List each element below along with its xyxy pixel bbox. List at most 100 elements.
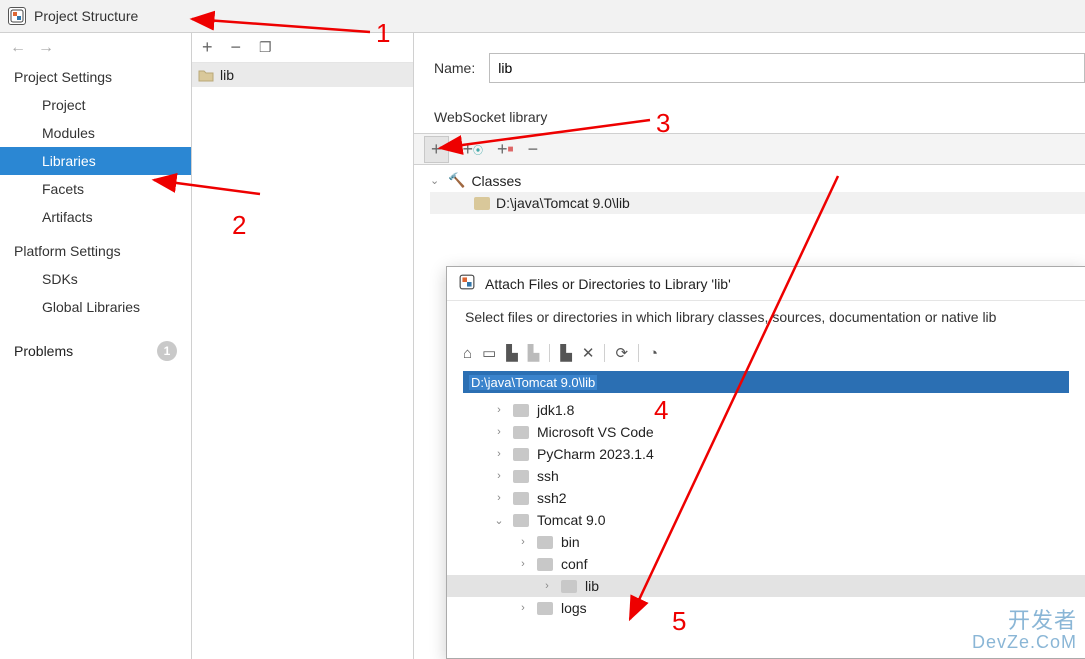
annotation-2: 2 (232, 210, 246, 241)
left-nav-panel: ← → Project Settings Project Modules Lib… (0, 33, 192, 659)
chevron-down-icon: ⌄ (430, 174, 442, 187)
nav-history: ← → (0, 33, 191, 63)
dialog-title: Attach Files or Directories to Library '… (485, 276, 731, 292)
folder-icon (513, 448, 529, 461)
separator (638, 344, 639, 362)
add-special-root-button[interactable]: +■ (497, 139, 514, 160)
libraries-list-panel: + − ❐ lib (192, 33, 414, 659)
platform-settings-header: Platform Settings (0, 237, 191, 265)
folder-icon (537, 536, 553, 549)
library-name-input[interactable] (489, 53, 1085, 83)
folder-icon (537, 602, 553, 615)
dialog-tree-row[interactable]: › bin (493, 531, 1085, 553)
library-type-label: WebSocket library (414, 93, 1085, 129)
show-hidden-icon[interactable]: ◔ (649, 345, 658, 362)
folder-icon (513, 404, 529, 417)
project-folder-icon[interactable]: ▙ (506, 344, 518, 362)
chevron-down-icon[interactable]: ⌄ (493, 514, 505, 527)
dialog-message: Select files or directories in which lib… (447, 301, 1085, 337)
library-path-label: D:\java\Tomcat 9.0\lib (496, 195, 630, 211)
dialog-tree-row[interactable]: ›Microsoft VS Code (493, 421, 1085, 443)
annotation-1: 1 (376, 18, 390, 49)
nav-item-modules[interactable]: Modules (0, 119, 191, 147)
chevron-right-icon[interactable]: › (517, 536, 529, 548)
nav-item-project[interactable]: Project (0, 91, 191, 119)
nav-item-artifacts[interactable]: Artifacts (0, 203, 191, 231)
dialog-tree-row[interactable]: › ssh (493, 465, 1085, 487)
name-label: Name: (434, 60, 475, 76)
library-roots-toolbar: + +⦿ +■ − (414, 133, 1085, 165)
add-library-button[interactable]: + (202, 37, 213, 58)
tree-node-label: conf (561, 556, 587, 572)
separator (604, 344, 605, 362)
folder-icon (537, 558, 553, 571)
dialog-path-input[interactable]: D:\java\Tomcat 9.0\lib (463, 371, 1069, 393)
chevron-right-icon[interactable]: › (493, 492, 505, 504)
classes-root-row[interactable]: ⌄ 🔨 Classes (430, 169, 1085, 192)
folder-icon (513, 470, 529, 483)
annotation-3: 3 (656, 108, 670, 139)
add-root-button[interactable]: + (424, 136, 449, 163)
nav-item-global-libraries[interactable]: Global Libraries (0, 293, 191, 321)
library-path-row[interactable]: D:\java\Tomcat 9.0\lib (430, 192, 1085, 214)
library-roots-tree: ⌄ 🔨 Classes D:\java\Tomcat 9.0\lib (414, 165, 1085, 214)
back-arrow-icon[interactable]: ← (10, 39, 26, 57)
chevron-right-icon[interactable]: › (541, 580, 553, 592)
library-list-label: lib (220, 67, 234, 83)
dialog-toolbar: ⌂ ▭ ▙ ▙ ▙ ✕ ⟳ ◔ (447, 337, 1085, 369)
add-internet-root-button[interactable]: +⦿ (463, 139, 484, 160)
dialog-tree-row[interactable]: › PyCharm 2023.1.4 (493, 443, 1085, 465)
chevron-right-icon[interactable]: › (517, 558, 529, 570)
watermark: 开发者 DevZe.CoM (972, 609, 1077, 653)
tree-node-label: lib (585, 578, 599, 594)
chevron-right-icon[interactable]: › (517, 602, 529, 614)
dialog-tree-row[interactable]: › jdk1.8 (493, 399, 1085, 421)
new-folder-icon[interactable]: ▙ (560, 344, 572, 362)
chevron-right-icon[interactable]: › (493, 448, 505, 460)
classes-label: Classes (471, 173, 521, 189)
dialog-tree-row[interactable]: ›ssh2 (493, 487, 1085, 509)
folder-icon (513, 514, 529, 527)
tree-node-label: bin (561, 534, 580, 550)
forward-arrow-icon[interactable]: → (38, 39, 54, 57)
dialog-tree-row[interactable]: › lib (447, 575, 1085, 597)
nav-item-libraries[interactable]: Libraries (0, 147, 191, 175)
dialog-tree-row[interactable]: › conf (493, 553, 1085, 575)
hammer-icon: 🔨 (448, 172, 465, 189)
folder-icon (513, 492, 529, 505)
dialog-title-bar: Attach Files or Directories to Library '… (447, 267, 1085, 301)
refresh-icon[interactable]: ⟳ (615, 344, 628, 362)
app-icon (459, 274, 475, 293)
window-title: Project Structure (34, 8, 138, 24)
project-settings-header: Project Settings (0, 63, 191, 91)
separator (549, 344, 550, 362)
nav-item-problems[interactable]: Problems 1 (0, 335, 191, 367)
annotation-4: 4 (654, 395, 668, 426)
desktop-icon[interactable]: ▭ (482, 344, 496, 362)
dialog-file-tree: ›jdk1.8›Microsoft VS Code›PyCharm 2023.1… (447, 397, 1085, 619)
title-bar: Project Structure (0, 0, 1085, 33)
module-folder-icon[interactable]: ▙ (528, 344, 540, 362)
nav-item-facets[interactable]: Facets (0, 175, 191, 203)
delete-icon[interactable]: ✕ (582, 344, 595, 362)
annotation-5: 5 (672, 606, 686, 637)
chevron-right-icon[interactable]: › (493, 404, 505, 416)
library-icon (198, 68, 214, 82)
tree-node-label: ssh (537, 468, 559, 484)
problems-label: Problems (14, 343, 73, 359)
tree-node-label: jdk1.8 (537, 402, 574, 418)
folder-icon (474, 197, 490, 210)
attach-files-dialog: Attach Files or Directories to Library '… (446, 266, 1085, 659)
dialog-tree-row[interactable]: ⌄ Tomcat 9.0 (493, 509, 1085, 531)
library-list-item[interactable]: lib (192, 63, 413, 87)
tree-node-label: PyCharm 2023.1.4 (537, 446, 654, 462)
home-icon[interactable]: ⌂ (463, 345, 472, 362)
remove-root-button[interactable]: − (528, 139, 539, 160)
chevron-right-icon[interactable]: › (493, 426, 505, 438)
problems-count-badge: 1 (157, 341, 177, 361)
tree-node-label: Tomcat 9.0 (537, 512, 605, 528)
nav-item-sdks[interactable]: SDKs (0, 265, 191, 293)
copy-library-button[interactable]: ❐ (259, 39, 272, 56)
chevron-right-icon[interactable]: › (493, 470, 505, 482)
remove-library-button[interactable]: − (231, 37, 242, 58)
